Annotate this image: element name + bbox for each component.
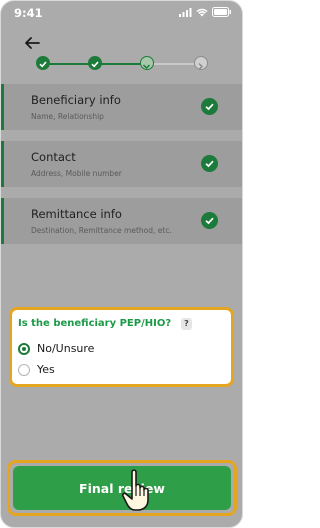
option-yes[interactable]: Yes <box>18 363 55 376</box>
check-circle-icon <box>201 155 218 172</box>
back-arrow-icon[interactable] <box>22 33 42 53</box>
check-circle-icon <box>201 98 218 115</box>
section-contact[interactable]: Contact Address, Mobile number <box>1 141 242 187</box>
step-2-done <box>88 56 102 70</box>
option-label: Yes <box>37 363 55 376</box>
wifi-icon <box>196 8 208 16</box>
status-time: 9:41 <box>14 6 43 20</box>
check-icon <box>39 61 47 68</box>
check-icon <box>91 61 99 68</box>
radio-unselected[interactable] <box>18 363 30 376</box>
radio-selected[interactable] <box>18 342 30 355</box>
section-beneficiary-info[interactable]: Beneficiary info Name, Relationship <box>1 84 242 130</box>
status-bar: 9:41 <box>1 1 242 25</box>
pep-question-label: Is the beneficiary PEP/HIO? <box>18 318 172 329</box>
signal-icon <box>179 7 192 17</box>
chevron-down-icon <box>142 64 151 70</box>
step-1-done <box>36 56 50 70</box>
section-remittance-info[interactable]: Remittance info Destination, Remittance … <box>1 198 242 244</box>
pep-question-card: Is the beneficiary PEP/HIO? ? No/Unsure … <box>9 307 234 387</box>
step-4-pending <box>194 56 208 71</box>
section-subtitle: Name, Relationship <box>31 112 104 121</box>
phone-screen: 9:41 Beneficiary info Name, Relationship… <box>0 0 243 528</box>
option-label: No/Unsure <box>37 342 95 355</box>
battery-icon <box>212 7 231 17</box>
progress-stepper <box>35 55 213 73</box>
section-subtitle: Destination, Remittance method, etc. <box>31 226 172 235</box>
section-title: Remittance info <box>31 207 122 221</box>
chevron-right-icon <box>198 62 204 71</box>
tap-hand-cursor-icon <box>121 469 149 511</box>
help-icon[interactable]: ? <box>181 318 192 330</box>
section-title: Beneficiary info <box>31 93 121 107</box>
section-title: Contact <box>31 150 76 164</box>
option-no-unsure[interactable]: No/Unsure <box>18 342 94 355</box>
status-icons <box>179 7 232 17</box>
step-3-current <box>140 56 154 70</box>
section-subtitle: Address, Mobile number <box>31 169 122 178</box>
check-circle-icon <box>201 212 218 229</box>
